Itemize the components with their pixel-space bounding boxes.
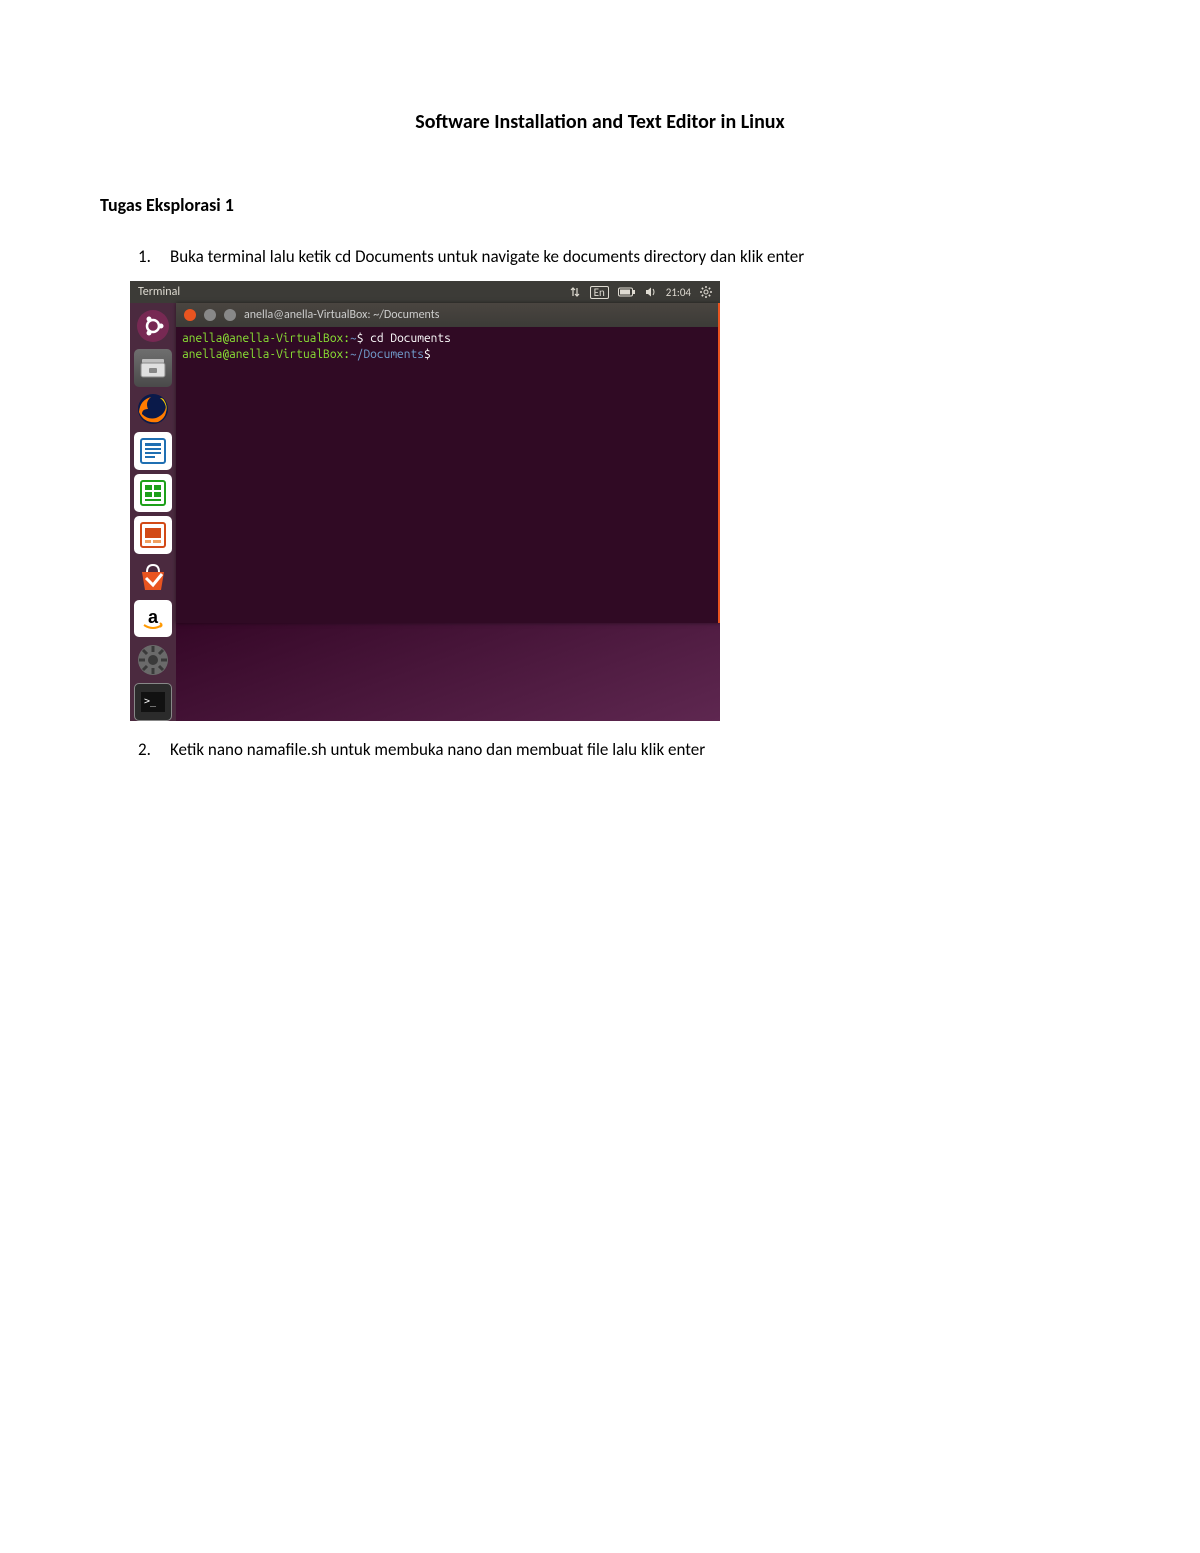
prompt-path: ~ [350, 332, 357, 345]
prompt-user: anella@anella-VirtualBox [182, 348, 343, 361]
ubuntu-screenshot: Terminal En 21:04 [130, 281, 720, 721]
gear-icon[interactable] [700, 286, 712, 298]
battery-icon[interactable] [618, 287, 636, 297]
settings-icon[interactable] [134, 641, 172, 679]
prompt-path: ~/Documents [350, 348, 424, 361]
network-icon[interactable] [569, 286, 581, 298]
terminal-command: cd Documents [370, 332, 451, 345]
ubuntu-dash-icon[interactable] [134, 307, 172, 345]
terminal-window: anella@anella-VirtualBox: ~/Documents an… [176, 303, 720, 623]
terminal-launcher-icon[interactable]: >_ [134, 683, 172, 721]
close-icon[interactable] [184, 309, 196, 321]
step-number: 2. [138, 739, 156, 760]
document-title: Software Installation and Text Editor in… [100, 110, 1100, 134]
firefox-icon[interactable] [134, 391, 172, 429]
svg-text:a: a [148, 607, 159, 627]
menubar-app-label: Terminal [138, 285, 180, 299]
svg-text:>_: >_ [144, 696, 157, 707]
maximize-icon[interactable] [224, 309, 236, 321]
files-icon[interactable] [134, 349, 172, 387]
menu-bar: Terminal En 21:04 [130, 281, 720, 303]
terminal-titlebar: anella@anella-VirtualBox: ~/Documents [176, 303, 718, 327]
prompt-user: anella@anella-VirtualBox [182, 332, 343, 345]
amazon-icon[interactable]: a [134, 600, 172, 638]
language-indicator[interactable]: En [590, 286, 609, 299]
unity-launcher: a >_ [130, 303, 176, 721]
step-number: 1. [138, 246, 156, 267]
minimize-icon[interactable] [204, 309, 216, 321]
terminal-title: anella@anella-VirtualBox: ~/Documents [244, 308, 439, 322]
step-1: 1. Buka terminal lalu ketik cd Documents… [138, 246, 1100, 267]
terminal-line: anella@anella-VirtualBox:~/Documents$ [182, 347, 712, 363]
terminal-body[interactable]: anella@anella-VirtualBox:~$ cd Documents… [176, 327, 718, 623]
writer-icon[interactable] [134, 432, 172, 470]
calc-icon[interactable] [134, 474, 172, 512]
software-center-icon[interactable] [134, 558, 172, 596]
step-text: Ketik nano namafile.sh untuk membuka nan… [170, 739, 705, 760]
step-text: Buka terminal lalu ketik cd Documents un… [170, 246, 804, 267]
clock[interactable]: 21:04 [666, 286, 691, 299]
terminal-line: anella@anella-VirtualBox:~$ cd Documents [182, 331, 712, 347]
volume-icon[interactable] [645, 286, 657, 298]
impress-icon[interactable] [134, 516, 172, 554]
step-2: 2. Ketik nano namafile.sh untuk membuka … [138, 739, 1100, 760]
section-heading: Tugas Eksplorasi 1 [100, 194, 1100, 216]
